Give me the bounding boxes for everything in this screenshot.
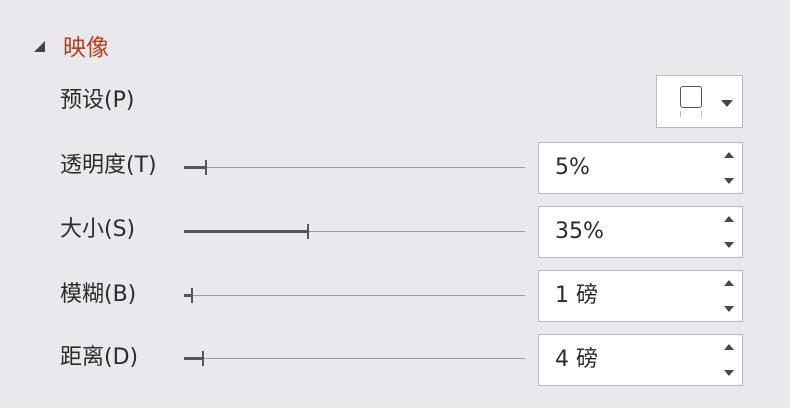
transparency-slider[interactable]: [184, 160, 525, 175]
spin-down-icon[interactable]: [724, 306, 734, 312]
distance-slider[interactable]: [184, 351, 525, 366]
slider-fill: [184, 357, 203, 360]
slider-thumb[interactable]: [191, 288, 193, 303]
slider-fill: [184, 230, 308, 233]
distance-value[interactable]: 4 磅: [555, 335, 598, 385]
spin-up-icon[interactable]: [724, 152, 734, 158]
preset-label: 预设(P): [60, 88, 135, 113]
preset-dropdown[interactable]: [656, 75, 743, 128]
spin-up-icon[interactable]: [724, 280, 734, 286]
blur-label: 模糊(B): [60, 282, 137, 307]
blur-slider[interactable]: [184, 288, 525, 303]
size-label: 大小(S): [60, 217, 136, 242]
spin-down-icon[interactable]: [724, 370, 734, 376]
slider-thumb[interactable]: [202, 351, 204, 366]
blur-spinbox[interactable]: 1 磅: [538, 270, 743, 322]
distance-label: 距离(D): [60, 345, 139, 370]
size-slider[interactable]: [184, 224, 525, 239]
transparency-spinbox[interactable]: 5%: [538, 142, 743, 194]
section-header-reflection[interactable]: 映像: [34, 28, 109, 62]
distance-spinbox[interactable]: 4 磅: [538, 334, 743, 386]
size-value[interactable]: 35%: [555, 207, 604, 257]
spin-up-icon[interactable]: [724, 216, 734, 222]
dropdown-arrow-icon: [721, 100, 733, 107]
spin-up-icon[interactable]: [724, 344, 734, 350]
transparency-value[interactable]: 5%: [555, 143, 590, 193]
slider-fill: [184, 166, 206, 169]
reflection-preset-icon: [680, 86, 702, 108]
section-title: 映像: [63, 35, 109, 61]
spin-down-icon[interactable]: [724, 242, 734, 248]
size-spinbox[interactable]: 35%: [538, 206, 743, 258]
transparency-label: 透明度(T): [60, 153, 157, 178]
slider-thumb[interactable]: [307, 224, 309, 239]
reflection-preview-icon: [680, 111, 702, 117]
spin-down-icon[interactable]: [724, 178, 734, 184]
slider-thumb[interactable]: [205, 160, 207, 175]
blur-value[interactable]: 1 磅: [555, 271, 598, 321]
collapse-triangle-icon[interactable]: [34, 40, 45, 52]
